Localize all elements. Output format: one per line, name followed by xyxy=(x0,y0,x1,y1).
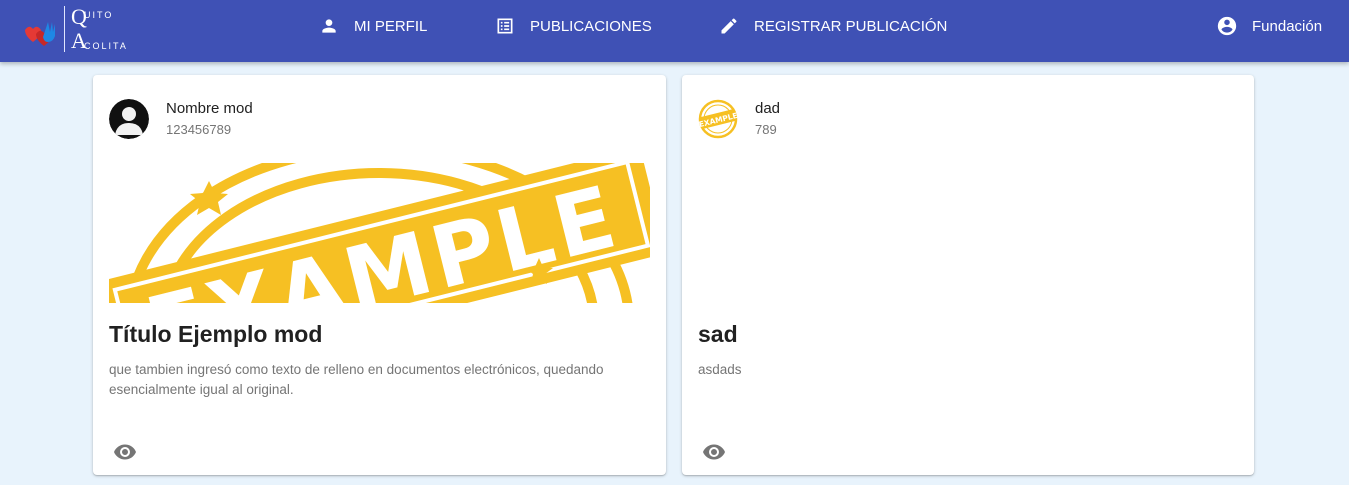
nav-user-fundacion[interactable]: Fundación xyxy=(1216,14,1322,38)
publication-title: Título Ejemplo mod xyxy=(109,321,323,347)
nav-publicaciones[interactable]: PUBLICACIONES xyxy=(494,14,652,38)
logo-a-rest: COLITA xyxy=(84,41,128,51)
nav-registrar-publicacion[interactable]: REGISTRAR PUBLICACIÓN xyxy=(718,14,947,38)
publication-card[interactable]: Nombre mod 123456789 EXAMPLE Título Ejem… xyxy=(93,75,666,475)
nav-user-label: Fundación xyxy=(1252,17,1323,35)
publication-cover-image: EXAMPLE xyxy=(109,163,650,303)
app-bar: Q UITO A COLITA MI PERFIL PUBLICACIONES … xyxy=(0,0,1349,62)
person-icon xyxy=(318,15,340,37)
logo-divider xyxy=(64,6,65,52)
author-name: dad xyxy=(755,100,781,117)
publication-card[interactable]: EXAMPLE dad 789 sad asdads xyxy=(682,75,1254,475)
nav-mi-perfil[interactable]: MI PERFIL xyxy=(318,14,427,38)
list-icon xyxy=(494,15,516,37)
view-publication-button[interactable] xyxy=(702,440,726,464)
view-publication-button[interactable] xyxy=(113,440,137,464)
default-avatar-icon xyxy=(109,99,149,139)
author-name: Nombre mod xyxy=(166,100,253,117)
publication-description: que tambien ingresó como texto de rellen… xyxy=(109,362,604,397)
avatar: EXAMPLE xyxy=(698,99,738,139)
logo-q-rest: UITO xyxy=(84,10,114,20)
nav-publicaciones-label: PUBLICACIONES xyxy=(530,17,652,35)
hands-heart-logo-icon xyxy=(25,22,55,46)
author-phone: 789 xyxy=(755,122,777,137)
eye-icon xyxy=(703,444,725,460)
publication-title: sad xyxy=(698,321,738,347)
pencil-icon xyxy=(718,15,740,37)
eye-icon xyxy=(114,444,136,460)
stamp-avatar-icon: EXAMPLE xyxy=(698,99,738,139)
account-circle-icon xyxy=(1216,15,1238,37)
app-logo[interactable]: Q UITO A COLITA xyxy=(22,4,132,56)
nav-registrar-publicacion-label: REGISTRAR PUBLICACIÓN xyxy=(754,17,948,35)
publication-description: asdads xyxy=(698,362,742,377)
avatar xyxy=(109,99,149,139)
author-phone: 123456789 xyxy=(166,122,232,137)
nav-mi-perfil-label: MI PERFIL xyxy=(354,17,428,35)
